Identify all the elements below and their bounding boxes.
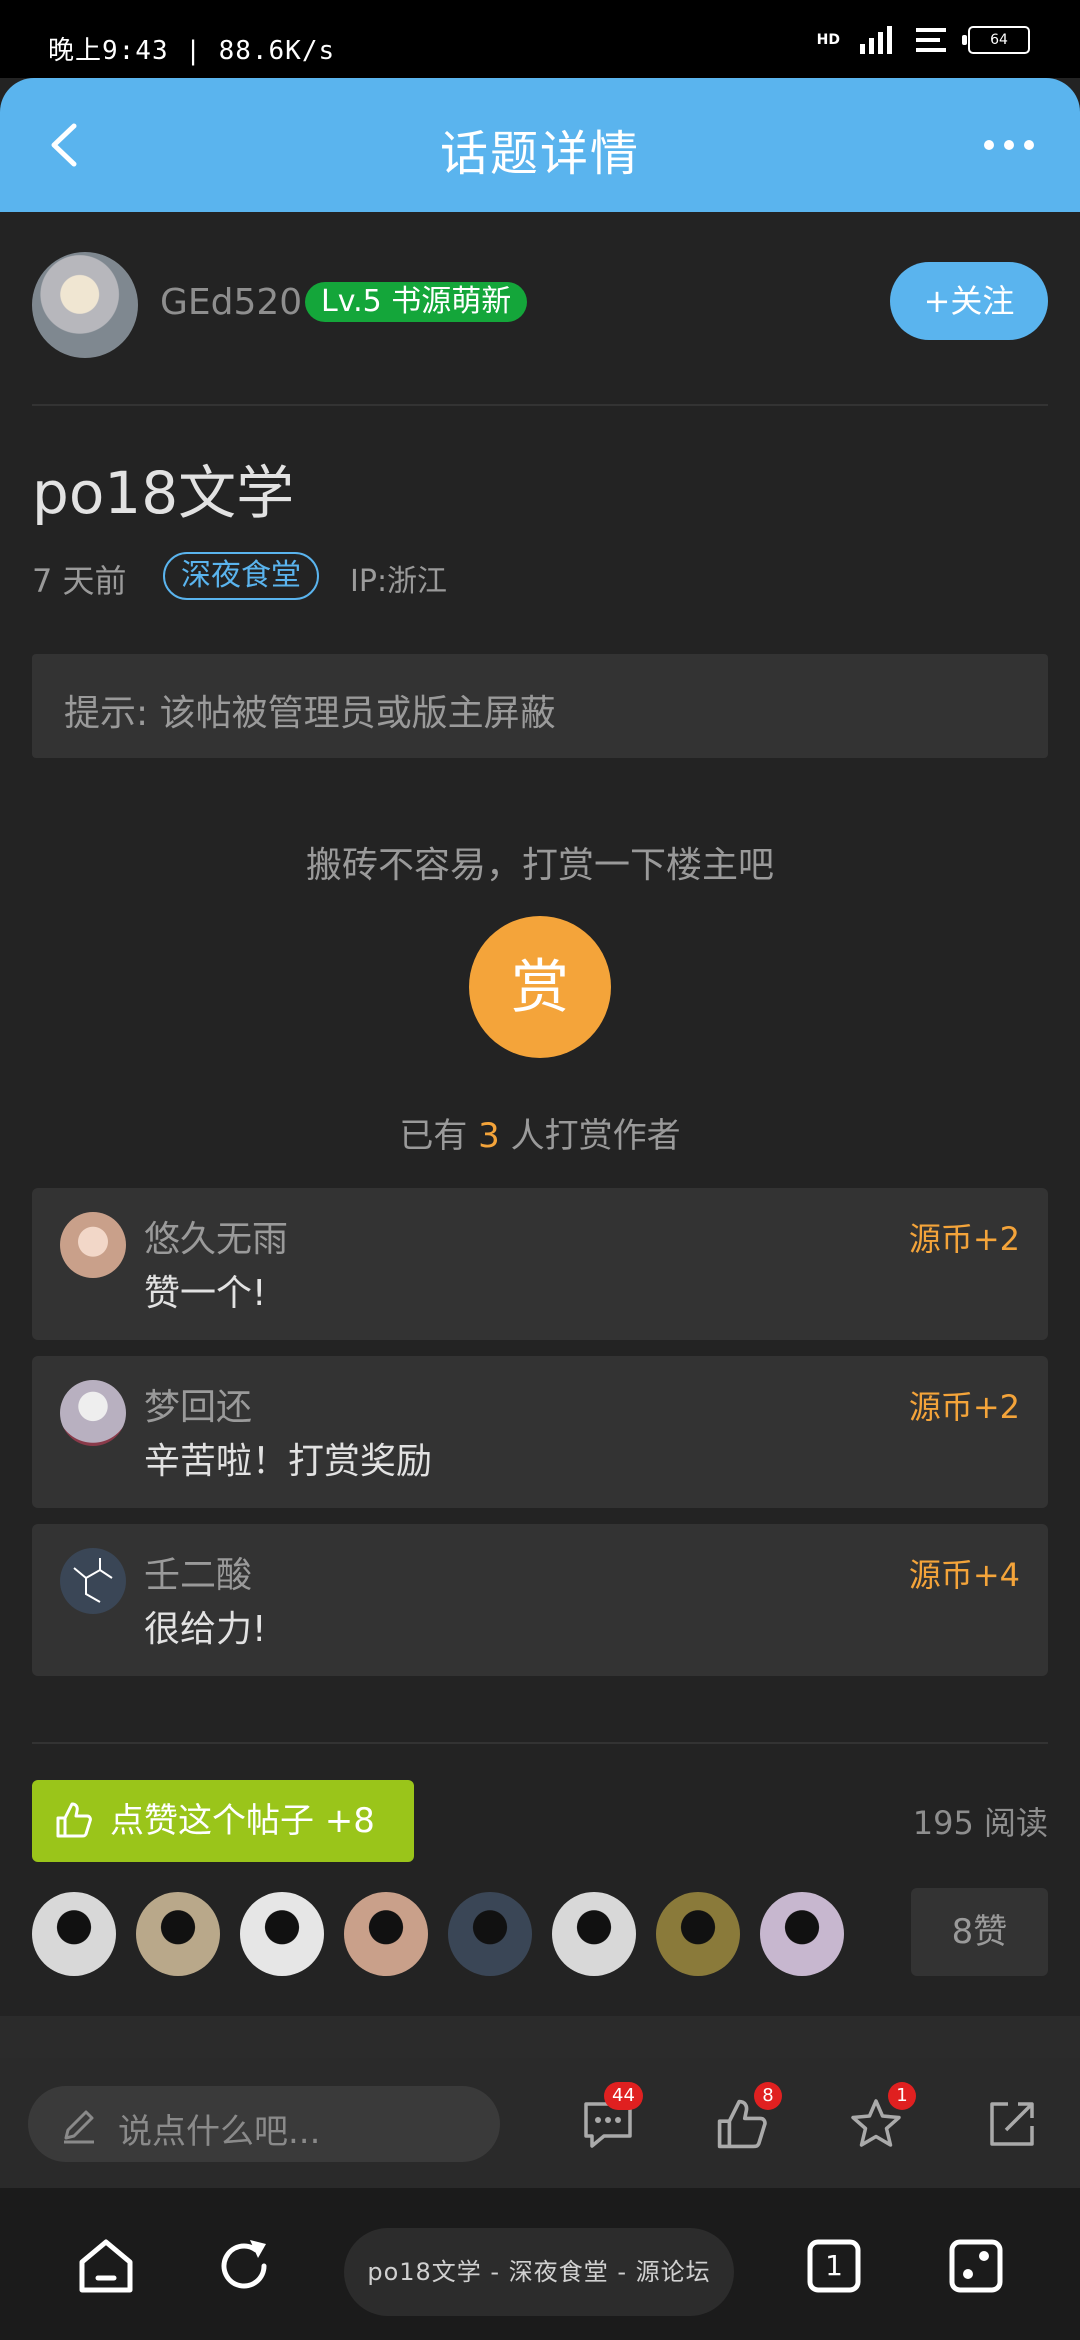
share-button[interactable] xyxy=(984,2096,1040,2152)
tip-item: 壬二酸 很给力! 源币+4 xyxy=(32,1524,1048,1676)
more-dot-icon xyxy=(1004,140,1014,150)
signal-icon xyxy=(860,26,892,54)
liker-avatar[interactable] xyxy=(656,1892,740,1976)
tabs-button[interactable]: 1 xyxy=(802,2234,866,2298)
reward-button[interactable]: 赏 xyxy=(469,916,611,1058)
comment-placeholder: 说点什么吧... xyxy=(118,2112,321,2152)
comment-count-badge: 44 xyxy=(604,2082,643,2110)
like-count-badge: 8 xyxy=(754,2082,782,2110)
home-button[interactable] xyxy=(74,2234,138,2298)
address-pill[interactable]: po18文学 - 深夜食堂 - 源论坛 xyxy=(344,2228,734,2316)
tip-message: 很给力! xyxy=(144,1609,267,1650)
tip-coins: 源币+4 xyxy=(908,1556,1020,1594)
reward-prompt: 搬砖不容易，打赏一下楼主吧 xyxy=(305,845,774,886)
tip-message: 赞一个! xyxy=(144,1273,267,1314)
wifi-icon xyxy=(916,28,946,52)
more-dot-icon xyxy=(1024,140,1034,150)
reward-count: 已有 3 人打赏作者 xyxy=(0,1108,1080,1157)
liker-avatar[interactable] xyxy=(760,1892,844,1976)
tip-item: 悠久无雨 赞一个! 源币+2 xyxy=(32,1188,1048,1340)
comment-bar: 说点什么吧... 44 8 1 xyxy=(0,2058,1080,2188)
more-menu-button[interactable] xyxy=(974,130,1044,160)
home-icon xyxy=(79,2239,133,2293)
tipper-name: 梦回还 xyxy=(144,1387,253,1428)
thumbs-up-icon xyxy=(56,1802,92,1838)
tipper-avatar[interactable] xyxy=(60,1380,126,1446)
reward-count-prefix: 已有 xyxy=(399,1116,468,1156)
notice-text: 提示: 该帖被管理员或版主屏蔽 xyxy=(64,693,556,734)
tip-coins: 源币+2 xyxy=(908,1388,1020,1426)
reward-count-number: 3 xyxy=(478,1116,500,1156)
reload-button[interactable] xyxy=(212,2234,276,2298)
post-ip: IP:浙江 xyxy=(350,564,448,599)
tipper-name: 壬二酸 xyxy=(144,1555,253,1596)
refresh-icon xyxy=(221,2240,267,2289)
status-bar: 晚上9:43 | 88.6K/s HD 64 xyxy=(0,0,1080,78)
top-app-bar: 话题详情 xyxy=(0,78,1080,212)
tipper-name: 悠久无雨 xyxy=(144,1219,289,1260)
read-count: 195 阅读 xyxy=(912,1804,1048,1842)
section-gap xyxy=(0,2016,1080,2058)
like-post-label: 点赞这个帖子 +8 xyxy=(110,1801,375,1841)
liker-avatar[interactable] xyxy=(344,1892,428,1976)
pencil-icon xyxy=(64,2110,94,2144)
blocked-notice: 提示: 该帖被管理员或版主屏蔽 xyxy=(32,654,1048,758)
page-title: 话题详情 xyxy=(439,126,640,182)
post-time: 7 天前 xyxy=(32,562,127,600)
more-dot-icon xyxy=(984,140,994,150)
liker-avatar[interactable] xyxy=(32,1892,116,1976)
like-post-button[interactable]: 点赞这个帖子 +8 xyxy=(32,1780,414,1862)
tip-item: 梦回还 辛苦啦！打赏奖励 源币+2 xyxy=(32,1356,1048,1508)
divider xyxy=(32,1742,1048,1744)
likes-count-button[interactable]: 8赞 xyxy=(911,1888,1048,1976)
tip-coins: 源币+2 xyxy=(908,1220,1020,1258)
liker-avatar[interactable] xyxy=(136,1892,220,1976)
comment-input[interactable]: 说点什么吧... xyxy=(28,2086,500,2162)
liker-avatar[interactable] xyxy=(552,1892,636,1976)
molecule-icon xyxy=(73,1558,113,1603)
browser-nav-bar: po18文学 - 深夜食堂 - 源论坛 1 xyxy=(0,2188,1080,2340)
follow-button[interactable]: +关注 xyxy=(890,262,1048,340)
liker-avatar[interactable] xyxy=(240,1892,324,1976)
post-tag[interactable]: 深夜食堂 xyxy=(163,552,319,600)
divider xyxy=(32,404,1048,406)
dice-menu-icon xyxy=(949,2239,1003,2293)
liker-avatar[interactable] xyxy=(448,1892,532,1976)
battery-icon: 64 xyxy=(962,26,1030,54)
tab-count: 1 xyxy=(825,2249,843,2282)
share-icon xyxy=(990,2102,1034,2146)
tipper-avatar[interactable] xyxy=(60,1212,126,1278)
reward-count-suffix: 人打赏作者 xyxy=(510,1116,681,1156)
tip-message: 辛苦啦！打赏奖励 xyxy=(144,1441,433,1482)
comments-button[interactable]: 44 xyxy=(580,2082,643,2152)
favorite-button[interactable]: 1 xyxy=(848,2082,916,2152)
likers-avatars xyxy=(32,1892,872,1976)
post-title: po18文学 xyxy=(32,459,295,527)
level-badge: Lv.5 书源萌新 xyxy=(305,282,528,322)
tipper-avatar[interactable] xyxy=(60,1548,126,1614)
favorite-count-badge: 1 xyxy=(888,2082,916,2110)
hd-label: HD xyxy=(816,32,840,48)
menu-button[interactable] xyxy=(944,2234,1008,2298)
author-avatar[interactable] xyxy=(32,252,138,358)
status-time: 晚上9:43 | 88.6K/s xyxy=(48,36,336,66)
author-name[interactable]: GEd520 xyxy=(160,282,302,323)
status-icons: HD 64 xyxy=(817,26,1030,54)
like-button[interactable]: 8 xyxy=(714,2082,782,2152)
